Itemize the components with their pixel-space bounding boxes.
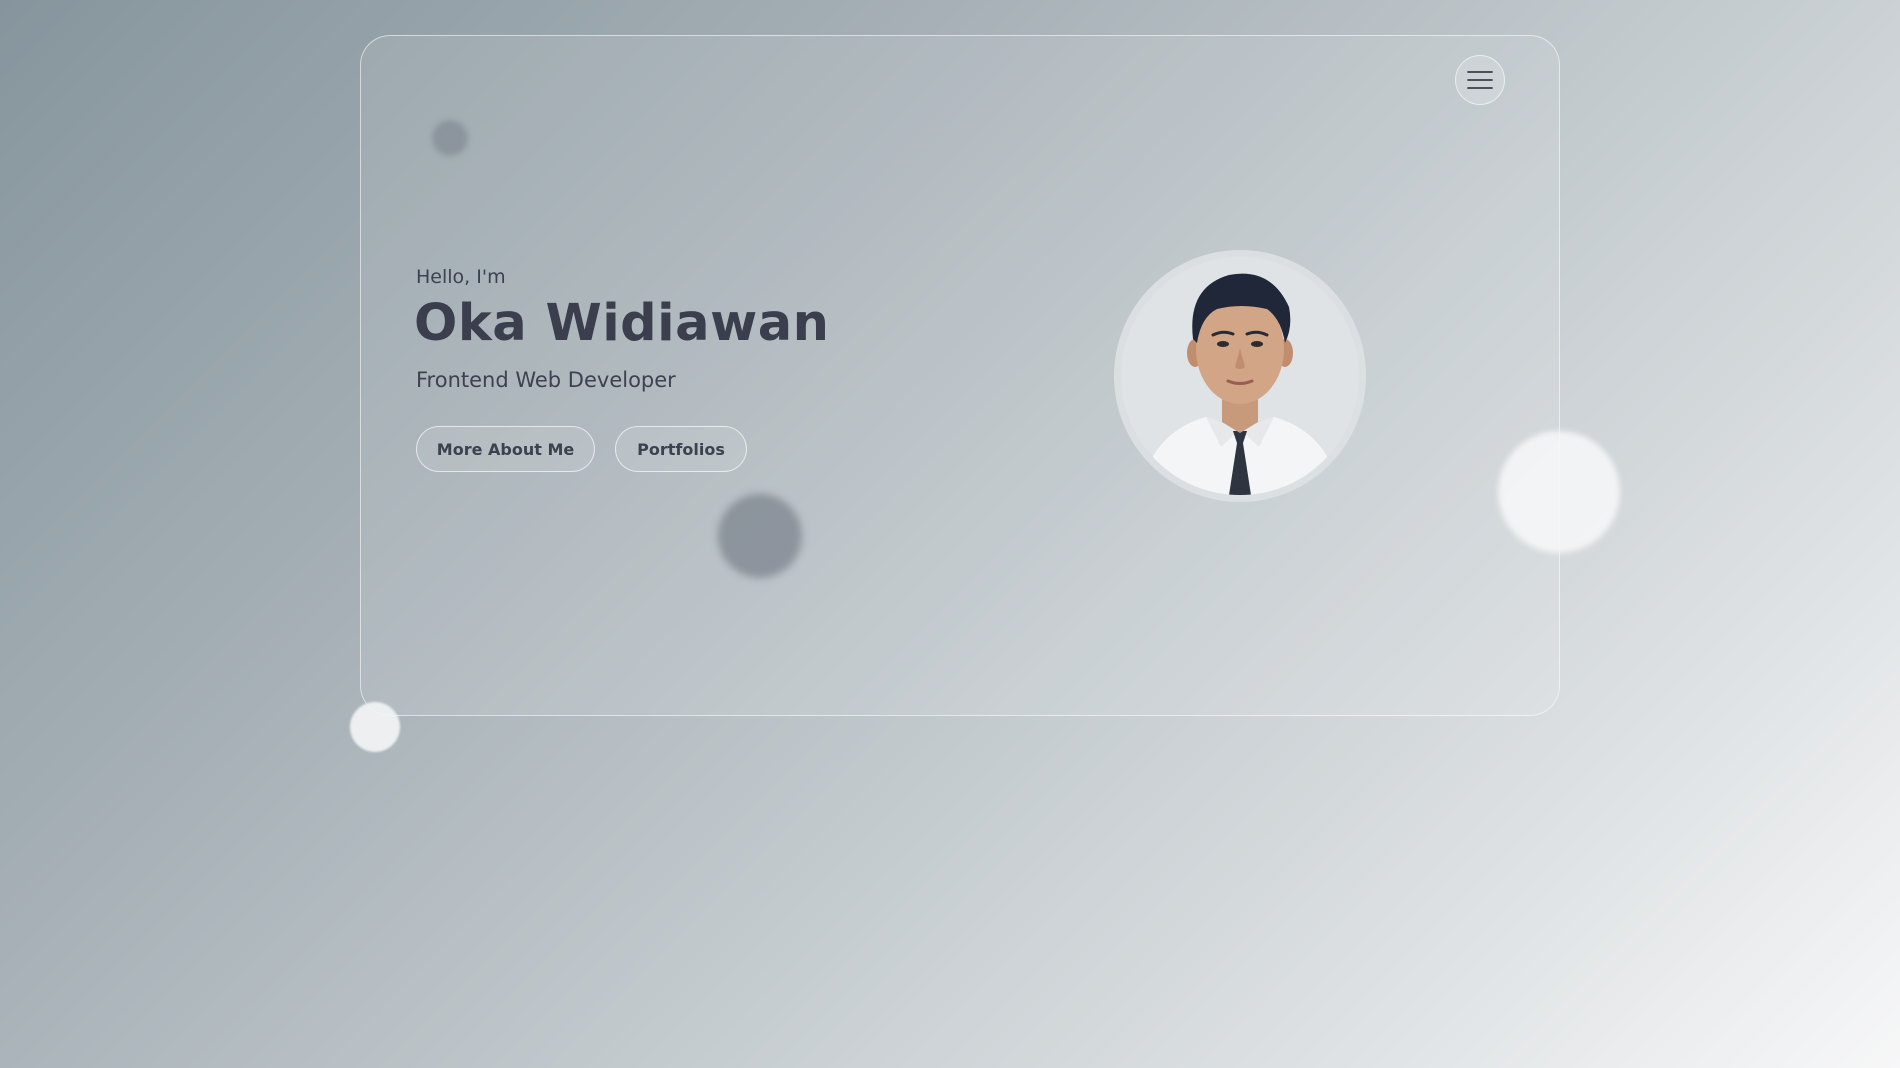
decorative-bubble-medium-dark xyxy=(718,494,802,578)
hamburger-menu-icon xyxy=(1467,71,1493,89)
hero-role: Frontend Web Developer xyxy=(416,368,676,392)
profile-photo xyxy=(1114,250,1366,502)
greeting-text: Hello, I'm xyxy=(416,266,506,288)
decorative-bubble-small-dark xyxy=(432,120,468,156)
hero-name: Oka Widiawan xyxy=(414,294,830,353)
more-about-me-button[interactable]: More About Me xyxy=(416,426,595,472)
decorative-bubble-large-light xyxy=(1498,431,1620,553)
decorative-bubble-small-light xyxy=(350,702,400,752)
profile-portrait-image xyxy=(1121,257,1359,495)
menu-button[interactable] xyxy=(1455,55,1505,105)
portfolios-button[interactable]: Portfolios xyxy=(615,426,747,472)
